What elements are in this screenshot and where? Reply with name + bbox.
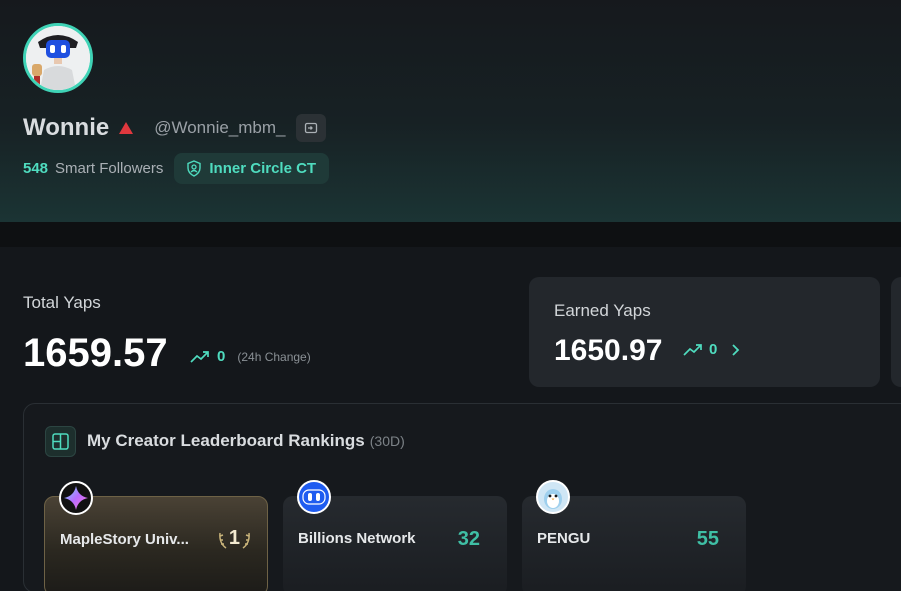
chevron-right-icon[interactable]: [729, 343, 741, 357]
copy-handle-button[interactable]: [295, 114, 326, 142]
total-yaps-label: Total Yaps: [23, 293, 101, 312]
display-name: Wonnie: [23, 114, 110, 141]
copy-icon: [304, 122, 317, 134]
ranking-number: 32: [457, 528, 480, 550]
smart-followers-label: Smart Followers: [55, 160, 164, 177]
total-change-caption: (24h Change): [237, 349, 311, 364]
laurel-left-icon: [219, 532, 227, 549]
earned-change-value: 0: [709, 341, 718, 358]
profile-header: Wonnie @Wonnie_mbm_ 548 Smart Followers …: [0, 0, 901, 222]
inner-circle-badge[interactable]: Inner Circle CT: [174, 153, 330, 184]
handle[interactable]: @Wonnie_mbm_: [154, 118, 285, 138]
smart-followers-count: 548: [23, 160, 49, 177]
laurel-right-icon: [242, 532, 250, 549]
total-yaps-change: 0 (24h Change): [190, 348, 311, 365]
section-divider: [0, 222, 901, 247]
leaderboard-period: (30D): [369, 433, 405, 449]
next-stat-card[interactable]: [891, 277, 901, 387]
maplestory-logo-icon: [59, 481, 93, 515]
earned-yaps-change: 0: [683, 341, 741, 358]
ranking-project-name: MapleStory Univ...: [60, 531, 189, 548]
ranking-number: 1: [228, 527, 240, 549]
avatar[interactable]: [23, 23, 93, 93]
grid-layout-icon: [45, 425, 76, 457]
ranking-position: 1: [218, 527, 251, 550]
trend-up-icon: [683, 343, 702, 356]
trend-up-icon: [190, 350, 209, 363]
ranking-project-name: Billions Network: [298, 530, 416, 547]
leaderboard-title: My Creator Leaderboard Rankings: [87, 431, 365, 450]
pengu-logo-icon: [536, 480, 570, 514]
earned-yaps-card[interactable]: Earned Yaps 1650.97 0: [529, 277, 880, 387]
leaderboard-header: My Creator Leaderboard Rankings (30D): [45, 425, 405, 457]
ranking-number: 55: [696, 528, 719, 550]
rank-up-icon: [119, 122, 134, 134]
billions-logo-icon: [297, 480, 331, 514]
name-row: Wonnie @Wonnie_mbm_: [23, 113, 326, 143]
followers-row: 548 Smart Followers Inner Circle CT: [23, 153, 330, 184]
earned-yaps-value: 1650.97: [554, 334, 663, 367]
shield-user-icon: [187, 160, 202, 177]
leaderboard-panel: My Creator Leaderboard Rankings (30D) Ma…: [23, 403, 901, 591]
ranking-project-name: PENGU: [537, 530, 591, 547]
earned-yaps-label: Earned Yaps: [554, 301, 651, 320]
total-change-value: 0: [217, 348, 226, 365]
inner-circle-label: Inner Circle CT: [209, 160, 317, 177]
total-yaps-value: 1659.57: [23, 331, 168, 375]
ranking-card[interactable]: PENGU 55: [522, 480, 746, 591]
ranking-card[interactable]: MapleStory Univ... 1: [44, 481, 268, 591]
ranking-card[interactable]: Billions Network 32: [283, 480, 507, 591]
